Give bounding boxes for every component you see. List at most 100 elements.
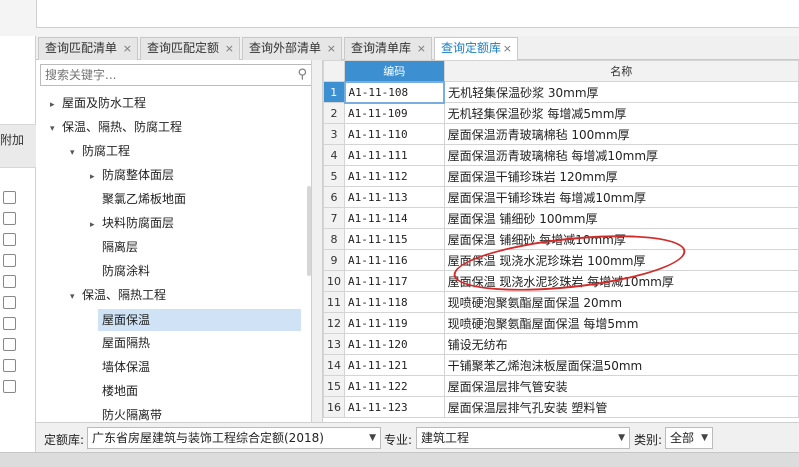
tree-node[interactable]: 防腐涂料 xyxy=(102,260,150,282)
checkbox[interactable] xyxy=(3,191,16,204)
row-number-cell[interactable]: 11 xyxy=(323,291,345,313)
major-select[interactable]: 建筑工程 ▼ xyxy=(416,427,630,449)
code-cell[interactable]: A1-11-113 xyxy=(344,186,445,208)
chevron-down-icon[interactable]: ▾ xyxy=(70,142,82,164)
name-cell[interactable]: 无机轻集保温砂浆 30mm厚 xyxy=(443,81,799,103)
checkbox[interactable] xyxy=(3,275,16,288)
name-cell[interactable]: 屋面保温层排气管安装 xyxy=(443,375,799,397)
name-cell[interactable]: 干铺聚苯乙烯泡沫板屋面保温50mm xyxy=(443,354,799,376)
code-cell[interactable]: A1-11-119 xyxy=(344,312,445,334)
name-cell[interactable]: 屋面保温 铺细砂 每增减10mm厚 xyxy=(443,228,799,250)
table-row[interactable]: 11 A1-11-118 现喷硬泡聚氨酯屋面保温 20mm xyxy=(323,291,799,313)
code-cell[interactable]: A1-11-109 xyxy=(344,102,445,124)
quota-library-select[interactable]: 广东省房屋建筑与装饰工程综合定额(2018) ▼ xyxy=(87,427,381,449)
tree-node[interactable]: 屋面隔热 xyxy=(102,332,150,354)
chevron-right-icon[interactable]: ▸ xyxy=(90,214,102,236)
tree-node[interactable]: ▸ 防腐整体面层 xyxy=(90,164,174,186)
checkbox[interactable] xyxy=(3,233,16,246)
close-icon[interactable]: × xyxy=(225,38,234,59)
name-cell[interactable]: 屋面保温沥青玻璃棉毡 每增减10mm厚 xyxy=(443,144,799,166)
table-row[interactable]: 7 A1-11-114 屋面保温 铺细砂 100mm厚 xyxy=(323,207,799,229)
category-select[interactable]: 全部 ▼ xyxy=(665,427,713,449)
tab-quota-library[interactable]: 查询定额库 × xyxy=(434,37,518,61)
close-icon[interactable]: × xyxy=(417,38,426,59)
code-cell[interactable]: A1-11-118 xyxy=(344,291,445,313)
chevron-right-icon[interactable]: ▸ xyxy=(90,166,102,188)
row-number-cell[interactable]: 14 xyxy=(323,354,345,376)
tree-node[interactable]: ▾ 保温、隔热工程 xyxy=(70,284,166,306)
chevron-down-icon[interactable]: ▾ xyxy=(50,118,62,140)
checkbox[interactable] xyxy=(3,338,16,351)
code-cell[interactable]: A1-11-121 xyxy=(344,354,445,376)
code-cell[interactable]: A1-11-120 xyxy=(344,333,445,355)
search-input[interactable] xyxy=(41,65,281,85)
checkbox[interactable] xyxy=(3,380,16,393)
tab-match-list[interactable]: 查询匹配清单 × xyxy=(38,37,138,60)
table-row[interactable]: 6 A1-11-113 屋面保温干铺珍珠岩 每增减10mm厚 xyxy=(323,186,799,208)
tree-node[interactable]: 墙体保温 xyxy=(102,356,150,378)
name-header[interactable]: 名称 xyxy=(443,60,799,82)
row-number-cell[interactable]: 3 xyxy=(323,123,345,145)
table-row[interactable]: 12 A1-11-119 现喷硬泡聚氨酯屋面保温 每增5mm xyxy=(323,312,799,334)
close-icon[interactable]: × xyxy=(327,38,336,59)
name-cell[interactable]: 屋面保温 现浇水泥珍珠岩 100mm厚 xyxy=(443,249,799,271)
table-row[interactable]: 5 A1-11-112 屋面保温干铺珍珠岩 120mm厚 xyxy=(323,165,799,187)
tree-scrollbar[interactable] xyxy=(307,186,311,276)
name-cell[interactable]: 现喷硬泡聚氨酯屋面保温 20mm xyxy=(443,291,799,313)
tree-node[interactable]: 隔离层 xyxy=(102,236,138,258)
checkbox[interactable] xyxy=(3,359,16,372)
tree-node[interactable]: 防火隔离带 xyxy=(102,404,162,422)
chevron-right-icon[interactable]: ▸ xyxy=(50,94,62,116)
search-box[interactable]: ⚲ xyxy=(40,64,311,86)
code-cell[interactable]: A1-11-115 xyxy=(344,228,445,250)
table-row[interactable]: 14 A1-11-121 干铺聚苯乙烯泡沫板屋面保温50mm xyxy=(323,354,799,376)
code-cell[interactable]: A1-11-116 xyxy=(344,249,445,271)
name-cell[interactable]: 屋面保温干铺珍珠岩 120mm厚 xyxy=(443,165,799,187)
table-row[interactable]: 8 A1-11-115 屋面保温 铺细砂 每增减10mm厚 xyxy=(323,228,799,250)
close-icon[interactable]: × xyxy=(123,38,132,59)
code-cell[interactable]: A1-11-108 xyxy=(343,80,446,104)
tab-list-library[interactable]: 查询清单库 × xyxy=(344,37,432,60)
row-number-cell[interactable]: 1 xyxy=(323,81,345,103)
code-cell[interactable]: A1-11-117 xyxy=(344,270,445,292)
name-cell[interactable]: 屋面保温沥青玻璃棉毡 100mm厚 xyxy=(443,123,799,145)
name-cell[interactable]: 屋面保温 现浇水泥珍珠岩 每增减10mm厚 xyxy=(443,270,799,292)
row-number-cell[interactable]: 16 xyxy=(323,396,345,418)
row-number-cell[interactable]: 10 xyxy=(323,270,345,292)
checkbox[interactable] xyxy=(3,254,16,267)
row-number-cell[interactable]: 8 xyxy=(323,228,345,250)
checkbox[interactable] xyxy=(3,317,16,330)
table-row[interactable]: 2 A1-11-109 无机轻集保温砂浆 每增减5mm厚 xyxy=(323,102,799,124)
checkbox[interactable] xyxy=(3,296,16,309)
table-row[interactable]: 4 A1-11-111 屋面保温沥青玻璃棉毡 每增减10mm厚 xyxy=(323,144,799,166)
tree-node[interactable]: ▾ 保温、隔热、防腐工程 xyxy=(50,116,182,138)
row-number-cell[interactable]: 4 xyxy=(323,144,345,166)
table-row[interactable]: 1 A1-11-108 无机轻集保温砂浆 30mm厚 xyxy=(323,80,799,104)
name-cell[interactable]: 屋面保温 铺细砂 100mm厚 xyxy=(443,207,799,229)
table-row[interactable]: 10 A1-11-117 屋面保温 现浇水泥珍珠岩 每增减10mm厚 xyxy=(323,270,799,292)
code-cell[interactable]: A1-11-122 xyxy=(344,375,445,397)
chevron-down-icon[interactable]: ▾ xyxy=(70,286,82,308)
name-cell[interactable]: 铺设无纺布 xyxy=(443,333,799,355)
row-number-cell[interactable]: 6 xyxy=(323,186,345,208)
table-row[interactable]: 13 A1-11-120 铺设无纺布 xyxy=(323,333,799,355)
code-cell[interactable]: A1-11-110 xyxy=(344,123,445,145)
table-row[interactable]: 9 A1-11-116 屋面保温 现浇水泥珍珠岩 100mm厚 xyxy=(323,249,799,271)
code-cell[interactable]: A1-11-123 xyxy=(344,396,445,418)
row-number-cell[interactable]: 15 xyxy=(323,375,345,397)
tab-match-quota[interactable]: 查询匹配定额 × xyxy=(140,37,240,60)
code-cell[interactable]: A1-11-114 xyxy=(344,207,445,229)
tree-node[interactable]: 聚氯乙烯板地面 xyxy=(102,188,186,210)
name-cell[interactable]: 现喷硬泡聚氨酯屋面保温 每增5mm xyxy=(443,312,799,334)
tree-node[interactable]: 楼地面 xyxy=(102,380,138,402)
row-number-cell[interactable]: 13 xyxy=(323,333,345,355)
code-cell[interactable]: A1-11-111 xyxy=(344,144,445,166)
row-number-cell[interactable]: 9 xyxy=(323,249,345,271)
name-cell[interactable]: 屋面保温干铺珍珠岩 每增减10mm厚 xyxy=(443,186,799,208)
name-cell[interactable]: 无机轻集保温砂浆 每增减5mm厚 xyxy=(443,102,799,124)
row-number-cell[interactable]: 5 xyxy=(323,165,345,187)
tree-node[interactable]: ▸ 屋面及防水工程 xyxy=(50,92,146,114)
row-number-cell[interactable]: 7 xyxy=(323,207,345,229)
name-cell[interactable]: 屋面保温层排气孔安装 塑料管 xyxy=(443,396,799,418)
table-row[interactable]: 16 A1-11-123 屋面保温层排气孔安装 塑料管 xyxy=(323,396,799,418)
